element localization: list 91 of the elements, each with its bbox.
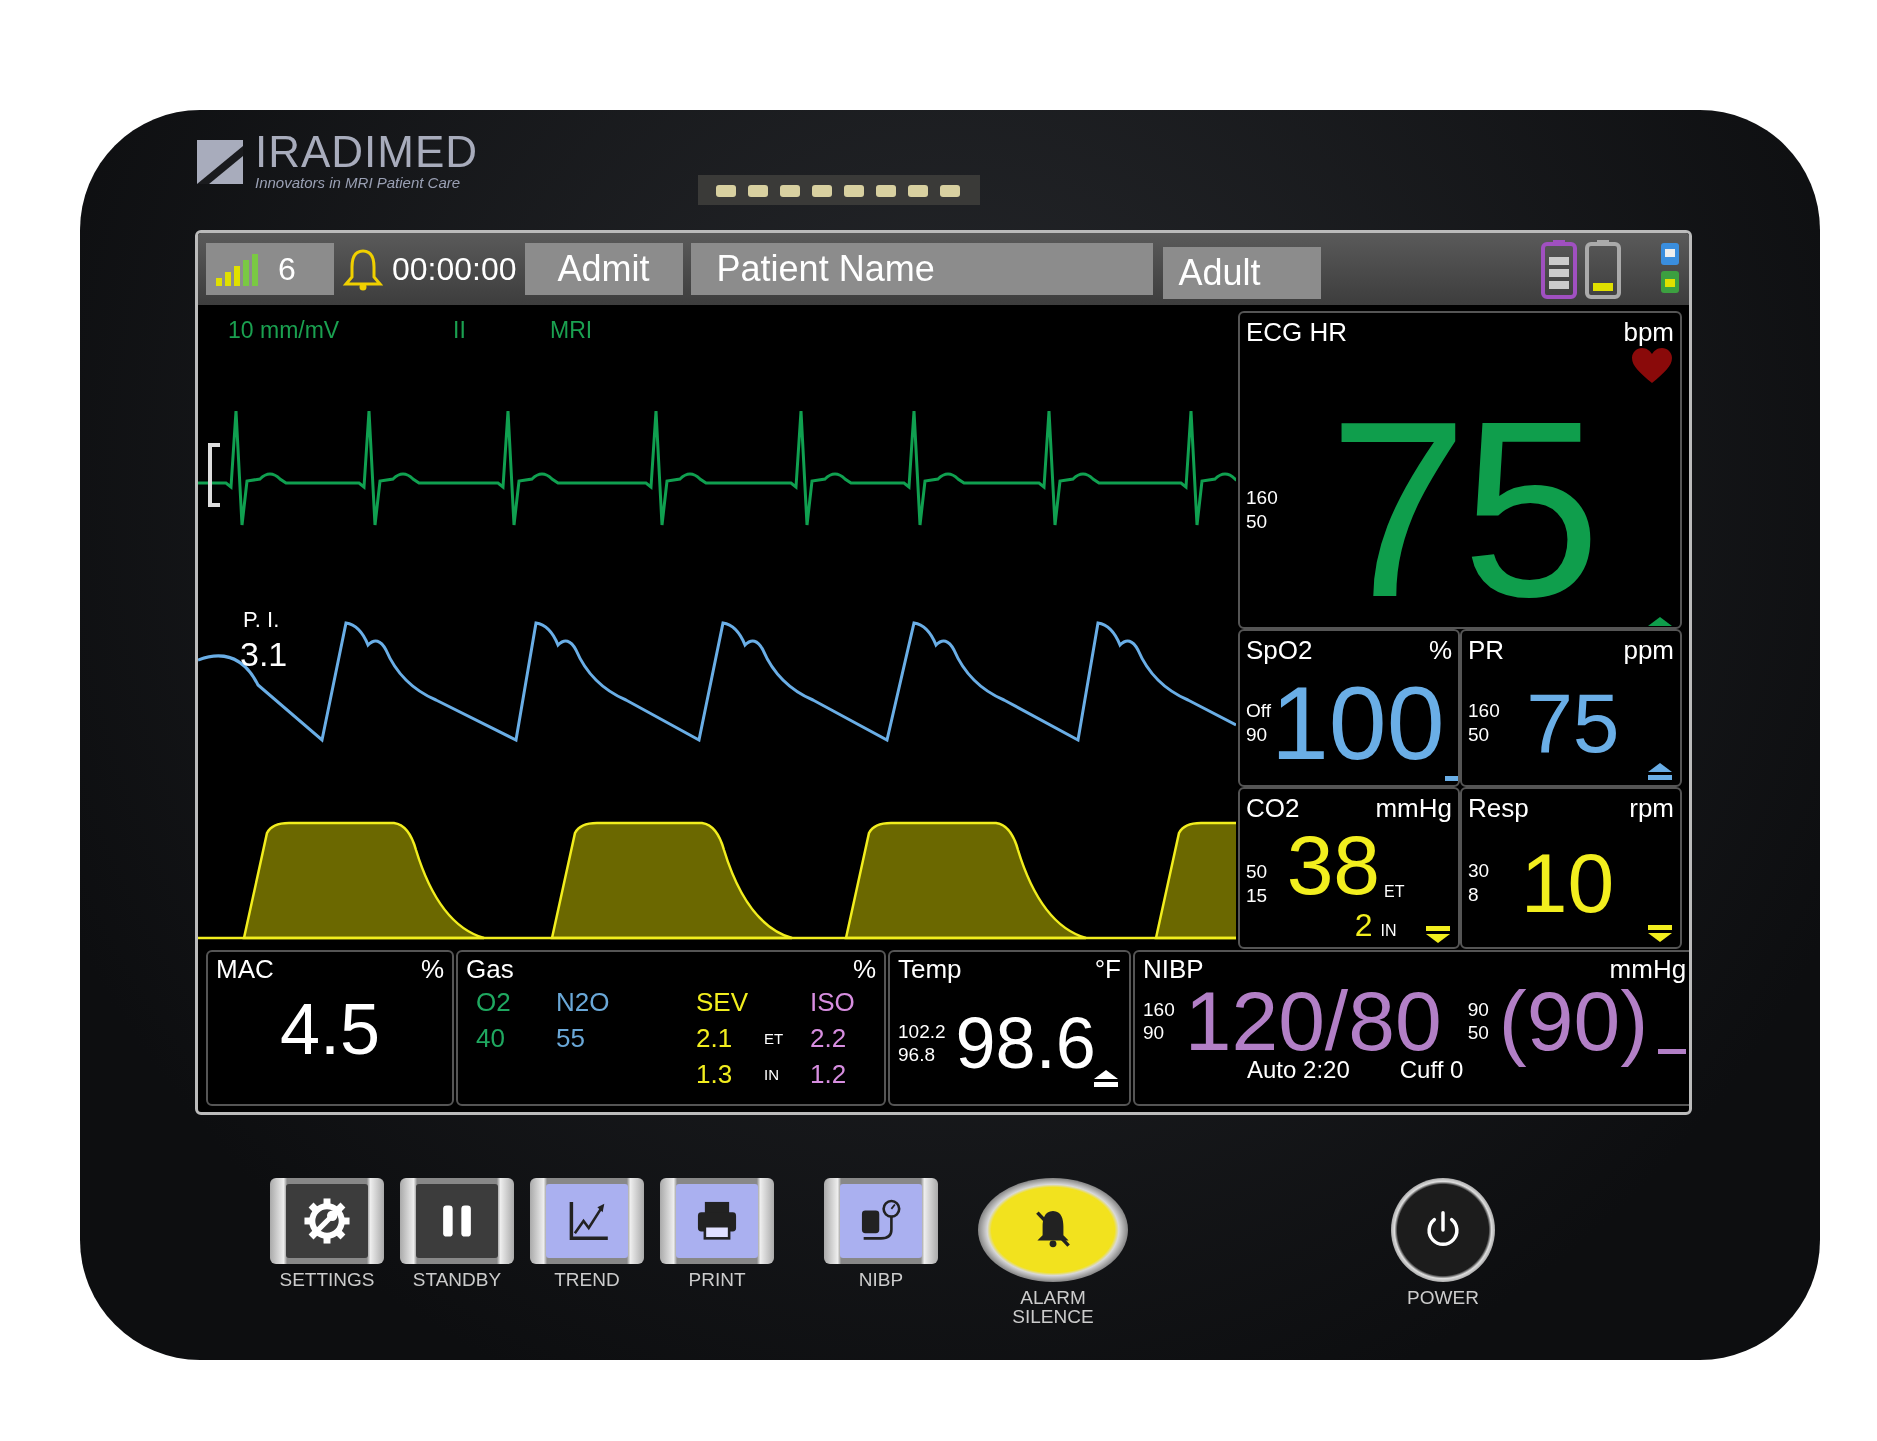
inspired-value: 2 xyxy=(1354,907,1373,944)
brand-tagline: Innovators in MRI Patient Care xyxy=(255,174,462,191)
parameter-label: CO2 xyxy=(1246,793,1300,823)
parameter-value: 75 xyxy=(1526,681,1620,765)
key-label: ALARM SILENCE xyxy=(1011,1288,1095,1326)
key-label: TREND xyxy=(553,1270,621,1289)
battery-full-icon xyxy=(1541,239,1577,299)
bed-number: 6 xyxy=(278,250,296,288)
unit-label: ppm xyxy=(1623,635,1674,665)
calibration-marker xyxy=(208,443,220,507)
low-limit: 96.8 xyxy=(898,1043,936,1066)
parameter-value: 100 xyxy=(1271,671,1445,775)
parameter-label: ECG HR xyxy=(1246,317,1348,349)
parameter-value: 38 xyxy=(1286,823,1381,907)
trend-key[interactable] xyxy=(530,1178,644,1264)
unit-label: mmHg xyxy=(1375,793,1452,823)
key-label: POWER xyxy=(1406,1288,1480,1307)
battery-low-icon xyxy=(1585,239,1621,299)
patient-type-selector[interactable]: Adult xyxy=(1162,247,1321,299)
parameter-label: Resp xyxy=(1468,793,1529,823)
alarm-bell-icon xyxy=(342,247,384,291)
high-limit: 160 xyxy=(1246,486,1278,510)
standby-key[interactable] xyxy=(400,1178,514,1264)
high-limit: 50 xyxy=(1246,859,1268,884)
unit-label: bpm xyxy=(1623,317,1674,347)
admit-button[interactable]: Admit xyxy=(524,243,683,295)
gas-name: O2 xyxy=(475,986,512,1018)
cuff-pressure: Cuff 0 xyxy=(1399,1056,1464,1084)
inspired-value: 1.2 xyxy=(809,1058,848,1090)
gas-value: 40 xyxy=(475,1022,506,1054)
measurement-mode: Auto 2:20 xyxy=(1247,1056,1350,1084)
inspired-value: 1.3 xyxy=(695,1058,734,1090)
map-low-limit: 50 xyxy=(1467,1021,1489,1044)
parameter-label: NIBP xyxy=(1143,954,1204,984)
key-label: NIBP xyxy=(857,1270,905,1289)
settings-key[interactable] xyxy=(270,1178,384,1264)
unit-label: rpm xyxy=(1629,793,1674,823)
parameter-value: 10 xyxy=(1520,841,1615,925)
unit-label: % xyxy=(852,954,876,984)
parameter-value: 75 xyxy=(1328,385,1595,627)
ecg-scale-label: 10 mm/mV xyxy=(228,317,340,344)
unit-label: mmHg xyxy=(1609,954,1687,984)
elapsed-timer: 00:00:00 xyxy=(392,250,517,288)
ecg-filter-label: MRI xyxy=(550,317,593,344)
agent-name: SEV xyxy=(695,986,750,1018)
low-limit: 90 xyxy=(1246,723,1268,747)
parameter-label: SpO2 xyxy=(1246,635,1313,665)
perfusion-index-value: 3.1 xyxy=(240,635,288,674)
key-label: STANDBY xyxy=(411,1270,503,1289)
low-limit: 8 xyxy=(1468,883,1479,907)
high-alarm-arrow-icon xyxy=(1091,1068,1120,1088)
end-tidal-value: 2.1 xyxy=(695,1022,734,1054)
brand-name: IRADIMED xyxy=(255,127,479,176)
map-high-limit: 90 xyxy=(1467,998,1489,1021)
print-key[interactable] xyxy=(660,1178,774,1264)
high-limit: 160 xyxy=(1468,699,1500,723)
parameter-value: 98.6 xyxy=(955,1002,1096,1084)
end-tidal-tag: ET xyxy=(764,1029,804,1047)
perfusion-index-label: P. I. xyxy=(243,607,280,633)
end-tidal-value: 2.2 xyxy=(809,1022,848,1054)
low-limit: 15 xyxy=(1246,883,1268,908)
signal-strength-icon xyxy=(216,252,260,286)
parameter-label: Gas xyxy=(466,954,514,984)
high-limit: 30 xyxy=(1468,859,1490,883)
heart-icon xyxy=(1630,347,1674,385)
unit-label: % xyxy=(1428,635,1452,665)
high-limit: 102.2 xyxy=(898,1020,946,1043)
parameter-value: 4.5 xyxy=(278,988,382,1070)
unit-label: °F xyxy=(1094,954,1121,984)
patient-name-field[interactable]: Patient Name xyxy=(690,243,1153,295)
inspired-tag: IN xyxy=(764,1065,804,1083)
alarm-limit-bar-icon xyxy=(1658,1049,1687,1054)
ecg-lead-label: II xyxy=(453,317,466,344)
gas-value: 55 xyxy=(555,1022,586,1054)
nibp-key[interactable] xyxy=(824,1178,938,1264)
gear-wrench-icon xyxy=(301,1195,353,1247)
parameter-label: PR xyxy=(1468,635,1505,665)
low-limit: 50 xyxy=(1246,510,1268,534)
agent-name: ISO xyxy=(809,986,856,1018)
low-limit: 90 xyxy=(1143,1021,1166,1044)
gas-name: N2O xyxy=(555,986,611,1018)
end-tidal-tag: ET xyxy=(1384,883,1405,901)
low-limit: 50 xyxy=(1468,723,1490,747)
parameter-label: MAC xyxy=(216,954,274,984)
inspired-tag: IN xyxy=(1380,922,1397,940)
parameter-label: Temp xyxy=(898,954,962,984)
high-limit: 160 xyxy=(1143,998,1175,1021)
high-limit: Off xyxy=(1246,699,1271,723)
key-label: SETTINGS xyxy=(278,1270,376,1289)
unit-label: % xyxy=(420,954,444,984)
key-label: PRINT xyxy=(687,1270,747,1289)
